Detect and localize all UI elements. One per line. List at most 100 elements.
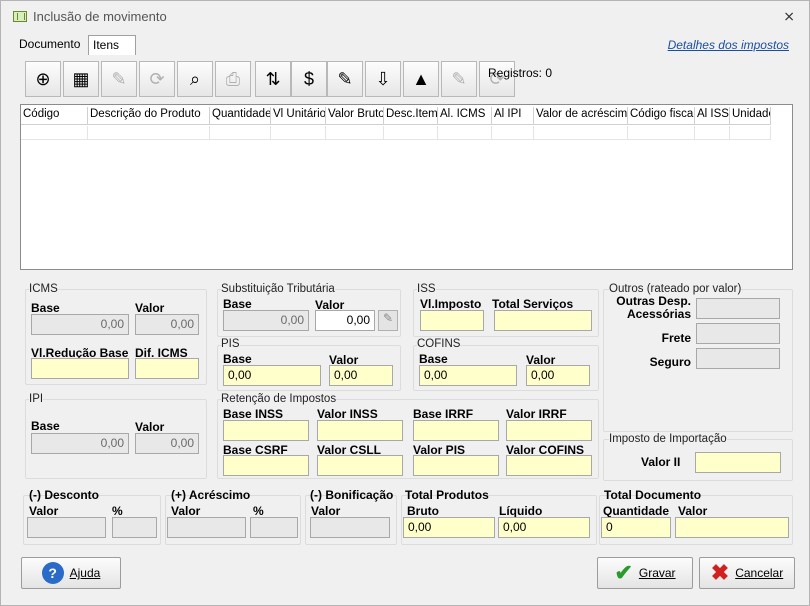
base-csrf-field[interactable] (223, 455, 309, 476)
documento-valor-field[interactable] (675, 517, 789, 538)
grid-column-header[interactable]: Unidade (730, 107, 771, 125)
base-inss-label: Base INSS (223, 407, 284, 421)
magnifier-icon[interactable]: ⌕ (177, 61, 213, 97)
grid-cell[interactable] (534, 126, 628, 140)
new-document-icon[interactable]: ⊕ (25, 61, 61, 97)
image-icon[interactable]: ▲ (403, 61, 439, 97)
acrescimo-pct-field[interactable] (250, 517, 298, 538)
import-icon[interactable]: ⇩ (365, 61, 401, 97)
ipi-valor-label: Valor (135, 420, 165, 434)
bonificacao-valor-field[interactable] (310, 517, 390, 538)
grid-column-header[interactable]: Vl Unitário (271, 107, 326, 125)
icms-base-label: Base (31, 301, 60, 315)
grid-cell[interactable] (628, 126, 695, 140)
st-base-label: Base (223, 297, 252, 311)
grid-column-header[interactable]: Descrição do Produto (88, 107, 210, 125)
grid-column-header[interactable]: Valor Bruto (326, 107, 384, 125)
icms-base-field[interactable]: 0,00 (31, 314, 129, 335)
gravar-button[interactable]: ✔ Gravar (597, 557, 693, 589)
valor-ii-field[interactable] (695, 452, 781, 473)
grid-cell[interactable] (730, 126, 771, 140)
valor-inss-label: Valor INSS (317, 407, 378, 421)
grid-cell[interactable] (271, 126, 326, 140)
grid-column-header[interactable]: Al. ICMS (438, 107, 492, 125)
pis-title: PIS (221, 338, 240, 350)
grid-column-header[interactable]: Quantidade (210, 107, 271, 125)
cofins-base-field[interactable]: 0,00 (419, 365, 517, 386)
note-icon[interactable]: ✎ (327, 61, 363, 97)
pis-base-label: Base (223, 352, 252, 366)
grid-column-header[interactable]: Valor de acréscimo (534, 107, 628, 125)
tab-itens[interactable]: Itens (88, 35, 136, 55)
bonificacao-title: (-) Bonificação (310, 488, 394, 502)
valor-inss-field[interactable] (317, 420, 403, 441)
grid-column-header[interactable]: Al IPI (492, 107, 534, 125)
outros-desp-field[interactable] (696, 298, 780, 319)
outros-seguro-field[interactable] (696, 348, 780, 369)
edit-icon[interactable]: ✎ (101, 61, 137, 97)
grid-cell[interactable] (695, 126, 730, 140)
grid-column-header[interactable]: Código fiscal (628, 107, 695, 125)
outros-frete-field[interactable] (696, 323, 780, 344)
base-inss-field[interactable] (223, 420, 309, 441)
spreadsheet-icon[interactable]: ▦ (63, 61, 99, 97)
icms-title: ICMS (29, 283, 58, 295)
valor-csll-field[interactable] (317, 455, 403, 476)
pis-valor-field[interactable]: 0,00 (329, 365, 393, 386)
ajuda-button[interactable]: ? Ajuda (21, 557, 121, 589)
desconto-valor-field[interactable] (27, 517, 106, 538)
dialog-window: Inclusão de movimento ⨯ Documento Itens … (0, 0, 810, 606)
produtos-bruto-field[interactable]: 0,00 (403, 517, 495, 538)
edit-disabled-icon[interactable]: ✎ (441, 61, 477, 97)
icms-dif-field[interactable] (135, 358, 199, 379)
grid-cell[interactable] (88, 126, 210, 140)
grid-column-header[interactable]: Desc.Item (384, 107, 438, 125)
items-grid[interactable]: Código Descrição do Produto Quantidade Vl U… (20, 104, 793, 270)
acrescimo-valor-field[interactable] (167, 517, 246, 538)
grid-cell[interactable] (438, 126, 492, 140)
icms-valor-field[interactable]: 0,00 (135, 314, 199, 335)
grid-cell[interactable] (384, 126, 438, 140)
window-title: Inclusão de movimento (33, 9, 167, 24)
impostos-details-link[interactable]: Detalhes dos impostos (668, 38, 789, 52)
refresh-icon[interactable]: ⟳ (139, 61, 175, 97)
grid-header: Código Descrição do Produto Quantidade Vl U… (21, 107, 771, 125)
grid-cell[interactable] (21, 126, 88, 140)
desconto-title: (-) Desconto (29, 488, 99, 502)
documento-qtd-field[interactable]: 0 (601, 517, 671, 538)
valor-irrf-field[interactable] (506, 420, 592, 441)
valor-cofins-field[interactable] (506, 455, 592, 476)
tab-documento[interactable]: Documento (15, 35, 84, 55)
money-icon[interactable]: $ (291, 61, 327, 97)
ipi-base-field[interactable]: 0,00 (31, 433, 129, 454)
x-icon: ✖ (710, 560, 730, 585)
documento-title: Total Documento (604, 488, 702, 502)
iss-imposto-field[interactable] (420, 310, 484, 331)
base-irrf-label: Base IRRF (413, 407, 474, 421)
grid-cell[interactable] (326, 126, 384, 140)
valor-pis-field[interactable] (413, 455, 499, 476)
cofins-valor-field[interactable]: 0,00 (526, 365, 590, 386)
st-base-field[interactable]: 0,00 (223, 310, 309, 331)
iss-servicos-field[interactable] (494, 310, 592, 331)
base-irrf-field[interactable] (413, 420, 499, 441)
grid-cell[interactable] (210, 126, 271, 140)
desconto-pct-field[interactable] (112, 517, 157, 538)
cancelar-button[interactable]: ✖ Cancelar (699, 557, 795, 589)
close-icon[interactable]: ⨯ (783, 8, 795, 25)
calculator-icon[interactable]: ✎ (378, 310, 398, 331)
cofins-base-label: Base (419, 352, 448, 366)
acrescimo-pct-label: % (253, 504, 264, 518)
help-icon: ? (41, 562, 64, 584)
grid-column-header[interactable]: Al ISS (695, 107, 730, 125)
grid-cell[interactable] (492, 126, 534, 140)
pis-base-field[interactable]: 0,00 (223, 365, 321, 386)
icms-reducao-field[interactable] (31, 358, 129, 379)
ipi-valor-field[interactable]: 0,00 (135, 433, 199, 454)
grid-column-header[interactable]: Código (21, 107, 88, 125)
printer-icon[interactable]: ⎙ (215, 61, 251, 97)
iss-servicos-label: Total Serviços (492, 297, 574, 311)
sort-icon[interactable]: ⇅ (255, 61, 291, 97)
st-valor-field[interactable]: 0,00 (315, 310, 375, 331)
produtos-liquido-field[interactable]: 0,00 (498, 517, 590, 538)
